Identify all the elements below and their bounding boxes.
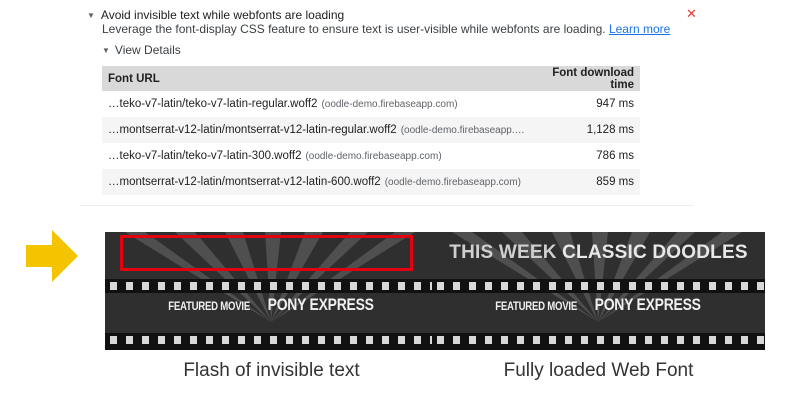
featured-label: FEATURED MOVIE — [494, 299, 577, 313]
font-url-cell: …montserrat-v12-latin/montserrat-v12-lat… — [102, 169, 531, 195]
featured-movie-text: FEATURED MOVIE PONY EXPRESS — [105, 295, 438, 315]
fail-x-icon: ✕ — [686, 6, 697, 21]
audit-header[interactable]: ▼ Avoid invisible text while webfonts are… — [87, 8, 344, 22]
column-header-download-time: Font download time — [530, 66, 640, 91]
view-details-label: View Details — [114, 43, 181, 57]
caption-fully-loaded: Fully loaded Web Font — [503, 360, 694, 381]
audit-panel: ▼ Avoid invisible text while webfonts are… — [80, 0, 697, 206]
headline-prefix: THIS WEEK — [449, 242, 557, 263]
font-url: …teko-v7-latin/teko-v7-latin-300.woff2 — [108, 150, 302, 162]
column-header-font-url: Font URL — [102, 66, 531, 91]
featured-label: FEATURED MOVIE — [167, 299, 250, 313]
audit-description: Leverage the font-display CSS feature to… — [102, 22, 670, 36]
caption-flash-invisible: Flash of invisible text — [183, 360, 360, 381]
font-host: (oodle-demo.firebaseapp.… — [400, 125, 525, 136]
banner-headline: THIS WEEK CLASSIC DOODLES — [432, 242, 765, 264]
download-time: 859 ms — [530, 169, 640, 195]
font-url-cell: …montserrat-v12-latin/montserrat-v12-lat… — [102, 117, 531, 143]
font-host: (oodle-demo.firebaseapp.com) — [321, 99, 458, 110]
table-row: …teko-v7-latin/teko-v7-latin-300.woff2 (o… — [102, 143, 640, 169]
font-url: …teko-v7-latin/teko-v7-latin-regular.wof… — [108, 98, 318, 110]
font-host: (oodle-demo.firebaseapp.com) — [305, 151, 442, 162]
table-header-row: Font URL Font download time — [102, 66, 640, 91]
section-divider — [80, 205, 694, 206]
font-host: (oodle-demo.firebaseapp.com) — [384, 177, 521, 188]
featured-movie-text: FEATURED MOVIE PONY EXPRESS — [432, 295, 765, 315]
featured-title: PONY EXPRESS — [594, 295, 701, 314]
table-row: …teko-v7-latin/teko-v7-latin-regular.wof… — [102, 91, 640, 117]
collapse-triangle-icon[interactable]: ▼ — [87, 11, 95, 20]
audit-description-text: Leverage the font-display CSS feature to… — [102, 22, 606, 36]
view-details-toggle[interactable]: ▼ View Details — [102, 43, 181, 57]
download-time: 947 ms — [596, 98, 634, 110]
audit-title: Avoid invisible text while webfonts are … — [100, 8, 345, 22]
download-time: 786 ms — [596, 150, 634, 162]
invisible-text-highlight-box — [120, 235, 413, 271]
featured-title: PONY EXPRESS — [267, 295, 374, 314]
banner-loaded-font: THIS WEEK CLASSIC DOODLES FEATURED MOVIE… — [432, 232, 765, 350]
learn-more-link[interactable]: Learn more — [609, 22, 670, 36]
font-url: …montserrat-v12-latin/montserrat-v12-lat… — [108, 176, 381, 188]
font-url-cell: …teko-v7-latin/teko-v7-latin-regular.wof… — [102, 91, 531, 117]
film-strip-top — [432, 279, 765, 293]
headline-main: CLASSIC DOODLES — [562, 242, 748, 263]
font-url: …montserrat-v12-latin/montserrat-v12-lat… — [108, 124, 397, 136]
table-row: …montserrat-v12-latin/montserrat-v12-lat… — [102, 169, 640, 195]
expand-triangle-icon: ▼ — [102, 46, 110, 55]
table-row: …montserrat-v12-latin/montserrat-v12-lat… — [102, 117, 640, 143]
arrow-right-icon — [26, 230, 78, 282]
film-strip-top — [105, 279, 438, 293]
banner-invisible-text: FEATURED MOVIE PONY EXPRESS — [105, 232, 438, 350]
font-table: Font URL Font download time …teko-v7-lat… — [102, 66, 640, 195]
download-time: 1,128 ms — [530, 117, 640, 143]
font-url-cell: …teko-v7-latin/teko-v7-latin-300.woff2 (o… — [102, 143, 531, 169]
film-strip-bottom — [105, 333, 438, 350]
film-strip-bottom — [432, 333, 765, 350]
